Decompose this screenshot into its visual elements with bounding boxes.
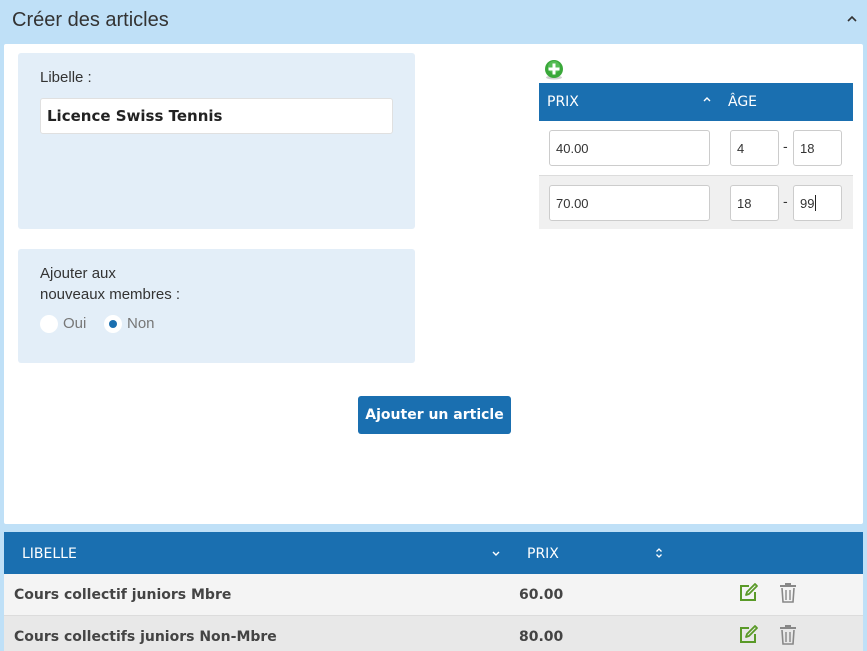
column-prix[interactable]: PRIX bbox=[547, 94, 579, 110]
radio-oui-label[interactable]: Oui bbox=[63, 315, 86, 332]
age-to-input[interactable]: 99 bbox=[793, 185, 842, 221]
column-age[interactable]: ÂGE bbox=[728, 94, 757, 110]
libelle-label: Libelle : bbox=[40, 69, 92, 86]
age-from-input[interactable]: 18 bbox=[730, 185, 779, 221]
trash-icon[interactable] bbox=[778, 582, 798, 604]
new-members-label-line2: nouveaux membres : bbox=[40, 286, 181, 303]
age-to-input[interactable]: 18 bbox=[793, 130, 842, 166]
section-header[interactable]: Créer des articles bbox=[0, 0, 867, 44]
age-separator: - bbox=[783, 138, 788, 154]
chevron-up-icon[interactable] bbox=[845, 12, 859, 26]
article-libelle: Cours collectif juniors Mbre bbox=[14, 587, 232, 603]
new-members-label-line1: Ajouter aux bbox=[40, 265, 116, 282]
price-age-table: PRIX ÂGE 40.00 4 - 18 70.00 18 - 99 bbox=[539, 83, 853, 229]
price-row: 40.00 4 - 18 bbox=[539, 121, 853, 175]
sort-both-icon[interactable] bbox=[654, 547, 664, 559]
add-row-icon[interactable] bbox=[543, 59, 565, 81]
radio-non-label[interactable]: Non bbox=[127, 315, 155, 332]
table-row: Cours collectif juniors Mbre 60.00 bbox=[4, 574, 863, 616]
radio-oui[interactable] bbox=[40, 315, 58, 333]
price-input[interactable]: 40.00 bbox=[549, 130, 710, 166]
page-title: Créer des articles bbox=[12, 9, 169, 31]
text-caret bbox=[815, 195, 817, 211]
sort-down-icon[interactable] bbox=[491, 547, 501, 559]
price-table-header: PRIX ÂGE bbox=[539, 83, 853, 121]
age-separator: - bbox=[783, 193, 788, 209]
price-input[interactable]: 70.00 bbox=[549, 185, 710, 221]
table-row: Cours collectifs juniors Non-Mbre 80.00 bbox=[4, 616, 863, 651]
add-article-button[interactable]: Ajouter un article bbox=[358, 396, 511, 434]
sort-up-icon[interactable] bbox=[702, 95, 712, 105]
price-row: 70.00 18 - 99 bbox=[539, 175, 853, 229]
article-prix: 80.00 bbox=[519, 629, 564, 645]
age-from-input[interactable]: 4 bbox=[730, 130, 779, 166]
column-libelle[interactable]: LIBELLE bbox=[22, 546, 77, 562]
articles-table-header: LIBELLE PRIX bbox=[4, 532, 863, 574]
age-to-value: 99 bbox=[800, 195, 815, 211]
edit-icon[interactable] bbox=[737, 582, 759, 604]
libelle-input[interactable] bbox=[40, 98, 393, 134]
article-prix: 60.00 bbox=[519, 587, 564, 603]
article-libelle: Cours collectifs juniors Non-Mbre bbox=[14, 629, 277, 645]
radio-non[interactable] bbox=[104, 315, 122, 333]
trash-icon[interactable] bbox=[778, 624, 798, 646]
column-prix[interactable]: PRIX bbox=[527, 546, 559, 562]
edit-icon[interactable] bbox=[737, 624, 759, 646]
